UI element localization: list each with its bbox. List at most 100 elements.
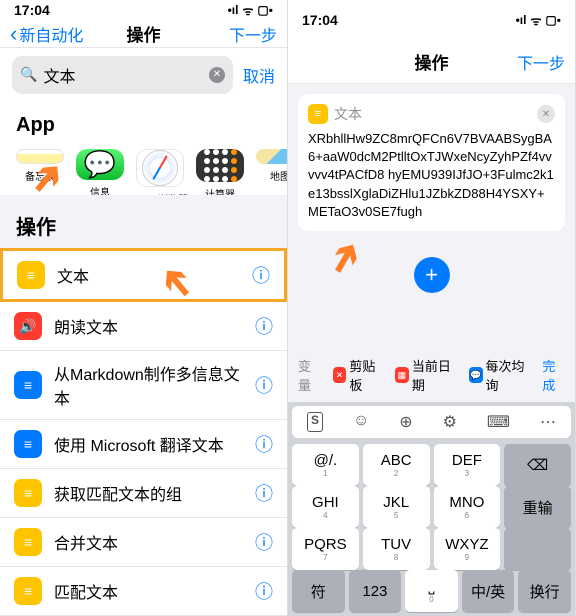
keyboard-key[interactable]: ABC2 bbox=[363, 444, 430, 486]
keyboard-key[interactable]: WXYZ9 bbox=[434, 528, 501, 570]
info-icon[interactable]: ⓘ bbox=[255, 480, 273, 506]
info-icon[interactable]: ⓘ bbox=[255, 372, 273, 398]
action-list: ≡ 文本 ⓘ🔊 朗读文本 ⓘ≡ 从Markdown制作多信息文本 ⓘ≡ 使用 M… bbox=[0, 248, 287, 616]
status-icons: •ıl ᯤ ▢▪ bbox=[228, 2, 273, 19]
status-time: 17:04 bbox=[14, 2, 50, 18]
app-calculator[interactable]: 计算器 bbox=[190, 149, 250, 183]
text-icon: ≡ bbox=[308, 104, 328, 124]
info-icon[interactable]: ⓘ bbox=[255, 529, 273, 555]
section-header-actions: 操作 bbox=[0, 195, 287, 248]
card-title: 文本 bbox=[334, 104, 362, 124]
keyboard-key[interactable]: JKL5 bbox=[363, 486, 430, 528]
app-label: 地图 bbox=[270, 168, 287, 183]
action-label: 从Markdown制作多信息文本 bbox=[54, 361, 243, 409]
text-action-card: ≡ 文本 ✕ XRbhllHw9ZC8mrQFCn6V7BVAABSygBA6+… bbox=[298, 94, 565, 231]
search-input[interactable]: 文本 bbox=[43, 63, 203, 87]
action-icon: ≡ bbox=[14, 430, 42, 458]
action-label: 朗读文本 bbox=[54, 314, 243, 338]
screen-left: 17:04 •ıl ᯤ ▢▪ ‹ 新自动化 操作 下一步 🔍 文本 ✕ 取消 A… bbox=[0, 0, 288, 616]
action-icon: ≡ bbox=[14, 371, 42, 399]
search-box[interactable]: 🔍 文本 ✕ bbox=[12, 56, 233, 94]
clipboard-icon: ✕ bbox=[333, 367, 347, 383]
nav-back-button[interactable]: ‹ 新自动化 bbox=[10, 21, 83, 47]
nav-bar: 操作 下一步 bbox=[288, 40, 575, 84]
action-label: 匹配文本 bbox=[54, 579, 243, 603]
search-wrap: 🔍 文本 ✕ 取消 bbox=[0, 48, 287, 102]
screen-right: 17:04 •ıl ᯤ ▢▪ 操作 下一步 ≡ 文本 ✕ XRbhllHw9ZC… bbox=[288, 0, 576, 616]
suggest-variable[interactable]: 变量 bbox=[298, 356, 321, 394]
keyboard-key[interactable]: TUV8 bbox=[363, 528, 430, 570]
kb-tool-more[interactable]: ⋯ bbox=[540, 412, 556, 432]
nav-next-button[interactable]: 下一步 bbox=[229, 22, 277, 46]
keyboard-key[interactable]: @/.1 bbox=[292, 444, 359, 486]
signal-icon: •ıl bbox=[228, 3, 239, 17]
keyboard-key[interactable]: 换行 bbox=[518, 570, 571, 612]
clear-search-button[interactable]: ✕ bbox=[209, 67, 225, 83]
wifi-icon: ᯤ bbox=[242, 2, 253, 19]
action-icon: ≡ bbox=[17, 261, 45, 289]
action-item[interactable]: ≡ 使用 Microsoft 翻译文本 ⓘ bbox=[0, 420, 287, 469]
kb-tool-layout[interactable]: ⌨ bbox=[487, 412, 510, 432]
suggest-clipboard[interactable]: ✕ 剪贴板 bbox=[333, 356, 383, 394]
action-icon: 🔊 bbox=[14, 312, 42, 340]
suggestion-bar: 变量 ✕ 剪贴板 ▦ 当前日期 💬 每次均询 完成 bbox=[288, 348, 575, 402]
card-text-content[interactable]: XRbhllHw9ZC8mrQFCn6V7BVAABSygBA6+aaW0dcM… bbox=[308, 130, 555, 221]
ask-icon: 💬 bbox=[469, 367, 483, 383]
action-item[interactable]: ≡ 匹配文本 ⓘ bbox=[0, 567, 287, 616]
status-time: 17:04 bbox=[302, 12, 338, 28]
action-item[interactable]: ≡ 获取匹配文本的组 ⓘ bbox=[0, 469, 287, 518]
keyboard-toolbar: S ☺ ⊕ ⚙ ⌨ ⋯ bbox=[292, 406, 571, 438]
action-icon: ≡ bbox=[14, 479, 42, 507]
keyboard-key[interactable]: 中/英 bbox=[462, 570, 515, 612]
suggest-ask[interactable]: 💬 每次均询 bbox=[469, 356, 531, 394]
keyboard-key[interactable]: PQRS7 bbox=[292, 528, 359, 570]
action-label: 合并文本 bbox=[54, 530, 243, 554]
status-icons: •ıl ᯤ ▢▪ bbox=[516, 12, 561, 29]
safari-icon bbox=[136, 149, 184, 187]
nav-title: 操作 bbox=[415, 49, 449, 74]
action-label: 获取匹配文本的组 bbox=[54, 481, 243, 505]
keyboard: S ☺ ⊕ ⚙ ⌨ ⋯ @/.1ABC2DEF3⌫ GHI4JKL5MNO6重输 P… bbox=[288, 402, 575, 616]
kb-tool-sogou[interactable]: S bbox=[307, 412, 323, 432]
info-icon[interactable]: ⓘ bbox=[255, 313, 273, 339]
nav-next-button[interactable]: 下一步 bbox=[517, 50, 565, 74]
suggest-date[interactable]: ▦ 当前日期 bbox=[395, 356, 457, 394]
kb-tool-emoji[interactable]: ☺ bbox=[353, 412, 369, 432]
kb-tool-settings[interactable]: ⚙ bbox=[443, 412, 457, 432]
app-maps[interactable]: 地图 bbox=[250, 149, 287, 183]
keyboard-key[interactable]: 123 bbox=[349, 570, 402, 612]
status-bar: 17:04 •ıl ᯤ ▢▪ bbox=[288, 0, 575, 40]
nav-back-label: 新自动化 bbox=[19, 22, 83, 46]
info-icon[interactable]: ⓘ bbox=[255, 578, 273, 604]
app-label: 信息 bbox=[90, 184, 110, 195]
action-item[interactable]: ≡ 文本 ⓘ bbox=[0, 248, 287, 302]
app-messages[interactable]: 💬 信息 bbox=[70, 149, 130, 183]
done-button[interactable]: 完成 bbox=[542, 356, 565, 394]
app-label: 计算器 bbox=[205, 186, 235, 195]
action-label: 使用 Microsoft 翻译文本 bbox=[54, 432, 243, 456]
info-icon[interactable]: ⓘ bbox=[255, 431, 273, 457]
info-icon[interactable]: ⓘ bbox=[252, 262, 270, 288]
kb-tool-mic[interactable]: ⊕ bbox=[399, 412, 412, 432]
action-item[interactable]: ≡ 合并文本 ⓘ bbox=[0, 518, 287, 567]
spacer bbox=[288, 309, 575, 348]
add-action-button[interactable]: + bbox=[414, 257, 450, 293]
nav-title: 操作 bbox=[127, 21, 161, 46]
keyboard-key[interactable]: DEF3 bbox=[434, 444, 501, 486]
close-card-button[interactable]: ✕ bbox=[537, 105, 555, 123]
keyboard-key[interactable]: ⎵0 bbox=[405, 570, 458, 612]
action-item[interactable]: 🔊 朗读文本 ⓘ bbox=[0, 302, 287, 351]
keyboard-key[interactable]: MNO6 bbox=[434, 486, 501, 528]
keyboard-key[interactable]: 重输 bbox=[504, 486, 571, 528]
cancel-button[interactable]: 取消 bbox=[243, 63, 275, 87]
status-bar: 17:04 •ıl ᯤ ▢▪ bbox=[0, 0, 287, 21]
battery-icon: ▢▪ bbox=[257, 3, 273, 17]
keyboard-key[interactable]: 符 bbox=[292, 570, 345, 612]
action-item[interactable]: ≡ 从Markdown制作多信息文本 ⓘ bbox=[0, 351, 287, 420]
app-safari[interactable]: Safari浏览器 bbox=[130, 149, 190, 183]
keyboard-key[interactable]: GHI4 bbox=[292, 486, 359, 528]
keyboard-key[interactable] bbox=[504, 528, 571, 570]
section-header-app: App bbox=[0, 102, 287, 145]
messages-icon: 💬 bbox=[76, 149, 124, 180]
keyboard-key[interactable]: ⌫ bbox=[504, 444, 571, 486]
